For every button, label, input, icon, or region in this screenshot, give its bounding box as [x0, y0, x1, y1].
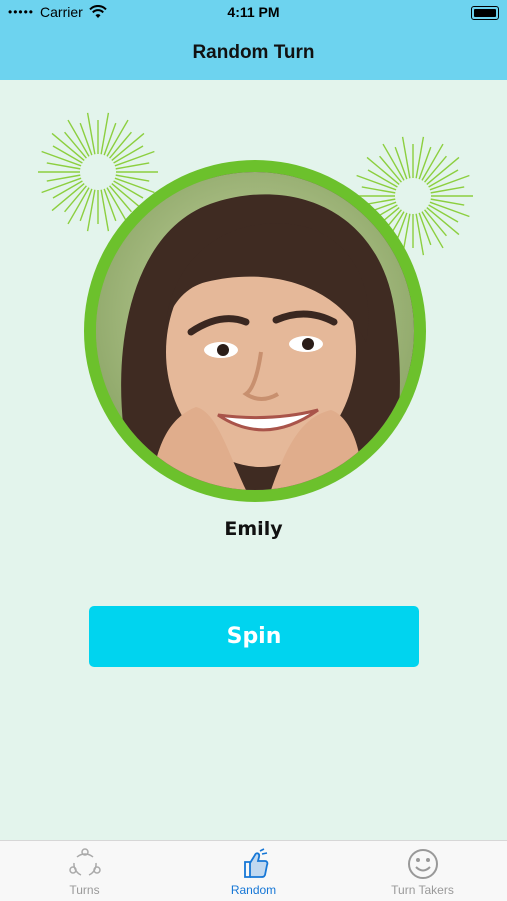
tab-label: Random: [230, 883, 277, 897]
turns-cycle-icon: [68, 848, 101, 876]
status-time: 4:11 PM: [227, 4, 280, 20]
tab-turns[interactable]: Turns: [0, 841, 169, 901]
smiley-face-icon: [407, 849, 438, 879]
battery-icon: [471, 6, 499, 20]
child-portrait-image: [96, 172, 414, 490]
tab-label: Turns: [69, 883, 100, 897]
profile-photo-ring: [84, 160, 426, 502]
profile-photo: [96, 172, 414, 490]
spin-button[interactable]: Spin: [89, 606, 419, 667]
tab-turn-takers[interactable]: Turn Takers: [338, 841, 507, 901]
tab-random[interactable]: Random: [169, 841, 338, 901]
turn-taker-name: Emily: [224, 518, 283, 540]
status-bar: ••••• Carrier 4:11 PM: [0, 0, 507, 26]
page-title: Random Turn: [192, 42, 315, 63]
tab-label: Turn Takers: [391, 883, 454, 897]
nav-bar: Random Turn: [0, 26, 507, 80]
tab-bar: Turns Random Turn Takers: [0, 840, 507, 901]
thumbs-up-icon: [243, 848, 268, 878]
